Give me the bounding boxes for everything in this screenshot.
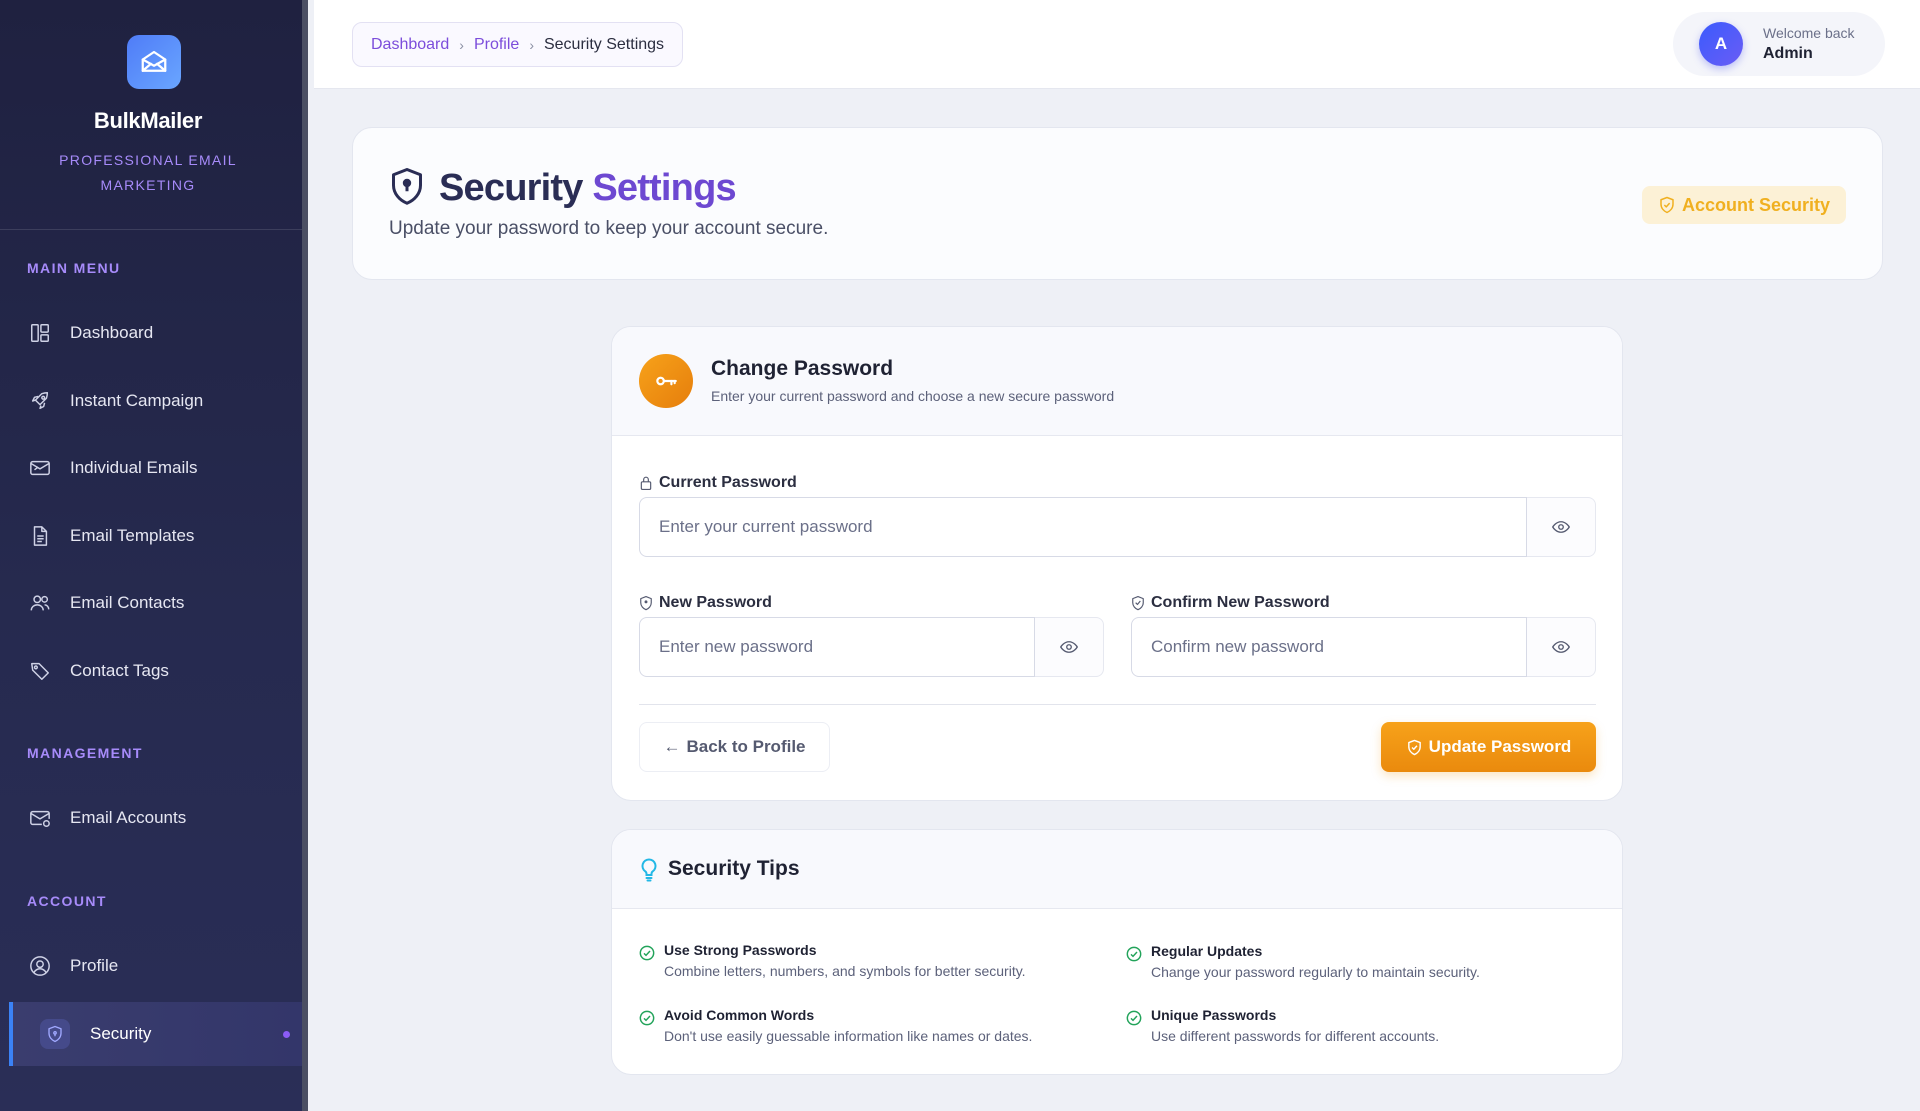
- rocket-icon: [28, 389, 52, 413]
- shield-icon: [40, 1019, 70, 1049]
- brand-block: BulkMailer PROFESSIONAL EMAIL MARKETING: [0, 0, 302, 230]
- user-name: Admin: [1763, 45, 1813, 62]
- sidebar-item-label: Email Contacts: [70, 593, 185, 612]
- current-password-input[interactable]: [639, 497, 1527, 557]
- brand-tagline: PROFESSIONAL EMAIL MARKETING: [59, 152, 237, 193]
- security-tips-header: Security Tips: [612, 830, 1622, 909]
- user-circle-icon: [28, 954, 52, 978]
- lightbulb-icon: [640, 858, 658, 887]
- sidebar-item-label: Instant Campaign: [70, 391, 204, 410]
- security-tips-title: Security Tips: [668, 857, 800, 880]
- sidebar-item-label: Dashboard: [70, 323, 154, 342]
- avatar: A: [1699, 22, 1743, 66]
- page-title: Security Settings: [439, 167, 737, 209]
- toggle-visibility-button[interactable]: [1527, 497, 1596, 557]
- tag-icon: [28, 659, 52, 683]
- check-circle-icon: [1126, 946, 1142, 962]
- dashboard-icon: [28, 321, 52, 345]
- breadcrumb-profile[interactable]: Profile: [474, 36, 519, 54]
- mail-settings-icon: [28, 806, 52, 830]
- sidebar-item-individual-emails[interactable]: Individual Emails: [0, 438, 302, 498]
- security-tips-card: Security Tips Use Strong Passwords Combi…: [611, 829, 1623, 1075]
- key-icon: [639, 354, 693, 408]
- change-password-subtitle: Enter your current password and choose a…: [711, 388, 1115, 404]
- sidebar-item-dashboard[interactable]: Dashboard: [0, 303, 302, 363]
- eye-icon: [1552, 521, 1570, 533]
- mail-envelope-icon[interactable]: [127, 35, 181, 89]
- section-label-main-menu: MAIN MENU: [27, 260, 121, 276]
- section-label-account: ACCOUNT: [27, 893, 107, 909]
- update-password-button[interactable]: Update Password: [1381, 722, 1596, 772]
- shield-check-icon: [1660, 196, 1674, 214]
- current-password-label: Current Password: [639, 474, 797, 492]
- active-indicator-dot: [283, 1031, 290, 1038]
- chevron-right-icon: ›: [529, 36, 534, 53]
- chevron-right-icon: ›: [459, 36, 464, 53]
- sidebar-item-label: Email Templates: [70, 526, 195, 545]
- shield-check-icon: [1132, 595, 1144, 611]
- arrow-left-icon: ←: [663, 737, 681, 756]
- sidebar-item-label: Individual Emails: [70, 458, 198, 477]
- change-password-card: Change Password Enter your current passw…: [611, 326, 1623, 801]
- confirm-password-input[interactable]: [1131, 617, 1527, 677]
- users-icon: [28, 591, 52, 615]
- change-password-header: Change Password Enter your current passw…: [612, 327, 1622, 436]
- sidebar-item-email-accounts[interactable]: Email Accounts: [0, 788, 302, 848]
- shield-check-icon: [1407, 739, 1421, 755]
- sidebar: BulkMailer PROFESSIONAL EMAIL MARKETING …: [0, 0, 308, 1111]
- sidebar-item-contact-tags[interactable]: Contact Tags: [0, 641, 302, 701]
- breadcrumb-dashboard[interactable]: Dashboard: [371, 36, 449, 54]
- page-title-row: Security Settings: [389, 166, 737, 211]
- section-label-management: MANAGEMENT: [27, 745, 143, 761]
- user-menu[interactable]: A Welcome back Admin: [1673, 12, 1885, 76]
- confirm-password-label: Confirm New Password: [1131, 594, 1330, 612]
- shield-icon: [640, 595, 652, 611]
- topbar: Dashboard › Profile › Security Settings …: [314, 0, 1920, 89]
- brand-name: BulkMailer: [93, 108, 203, 133]
- change-password-title: Change Password: [711, 357, 894, 380]
- divider: [639, 704, 1596, 705]
- check-circle-icon: [1126, 1010, 1142, 1026]
- back-to-profile-button[interactable]: ← Back to Profile: [639, 722, 830, 772]
- page-header-card: Security Settings Update your password t…: [352, 127, 1883, 280]
- sidebar-item-label: Profile: [70, 956, 119, 975]
- shield-icon: [389, 166, 425, 211]
- eye-icon: [1552, 641, 1570, 653]
- sidebar-item-email-contacts[interactable]: Email Contacts: [0, 573, 302, 633]
- toggle-visibility-button[interactable]: [1035, 617, 1104, 677]
- check-circle-icon: [639, 945, 655, 961]
- eye-icon: [1060, 641, 1078, 653]
- sidebar-item-label: Security: [90, 1024, 152, 1043]
- new-password-input[interactable]: [639, 617, 1035, 677]
- welcome-text: Welcome back: [1763, 25, 1855, 41]
- user-info: Welcome back Admin: [1763, 25, 1855, 63]
- check-circle-icon: [639, 1010, 655, 1026]
- sidebar-item-instant-campaign[interactable]: Instant Campaign: [0, 371, 302, 431]
- sidebar-item-email-templates[interactable]: Email Templates: [0, 506, 302, 566]
- new-password-group: [639, 617, 1104, 677]
- document-icon: [28, 524, 52, 548]
- page-subtitle: Update your password to keep your accoun…: [389, 218, 829, 239]
- breadcrumb-current: Security Settings: [543, 35, 665, 53]
- new-password-label: New Password: [639, 594, 772, 612]
- sidebar-item-security[interactable]: Security: [9, 1002, 302, 1066]
- confirm-password-group: [1131, 617, 1596, 677]
- mail-icon: [28, 456, 52, 480]
- sidebar-item-label: Email Accounts: [70, 808, 187, 827]
- current-password-group: [639, 497, 1596, 557]
- sidebar-item-label: Contact Tags: [70, 661, 169, 680]
- account-security-badge: Account Security: [1641, 186, 1846, 224]
- toggle-visibility-button[interactable]: [1527, 617, 1596, 677]
- sidebar-item-profile[interactable]: Profile: [0, 936, 302, 996]
- breadcrumb: Dashboard › Profile › Security Settings: [352, 22, 684, 67]
- lock-icon: [640, 476, 652, 490]
